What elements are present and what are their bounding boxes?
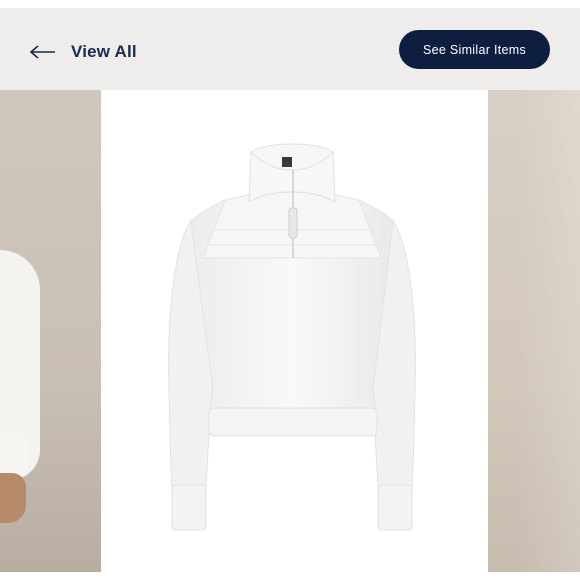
backdrop-shading — [518, 90, 580, 572]
pullover-product-image — [168, 143, 416, 531]
view-all-label: View All — [71, 42, 137, 61]
see-similar-items-button[interactable]: See Similar Items — [399, 30, 550, 69]
view-all-link[interactable]: View All — [30, 38, 137, 66]
model-hand — [0, 473, 26, 523]
carousel-image-previous[interactable] — [0, 90, 101, 572]
carousel-image-next[interactable] — [488, 90, 580, 572]
carousel-image-current[interactable] — [101, 90, 488, 572]
model-sleeve-cuff — [0, 435, 30, 475]
gallery-header: View All See Similar Items — [0, 8, 580, 90]
product-gallery: View All See Similar Items — [0, 8, 580, 572]
arrow-left-icon — [30, 45, 56, 59]
